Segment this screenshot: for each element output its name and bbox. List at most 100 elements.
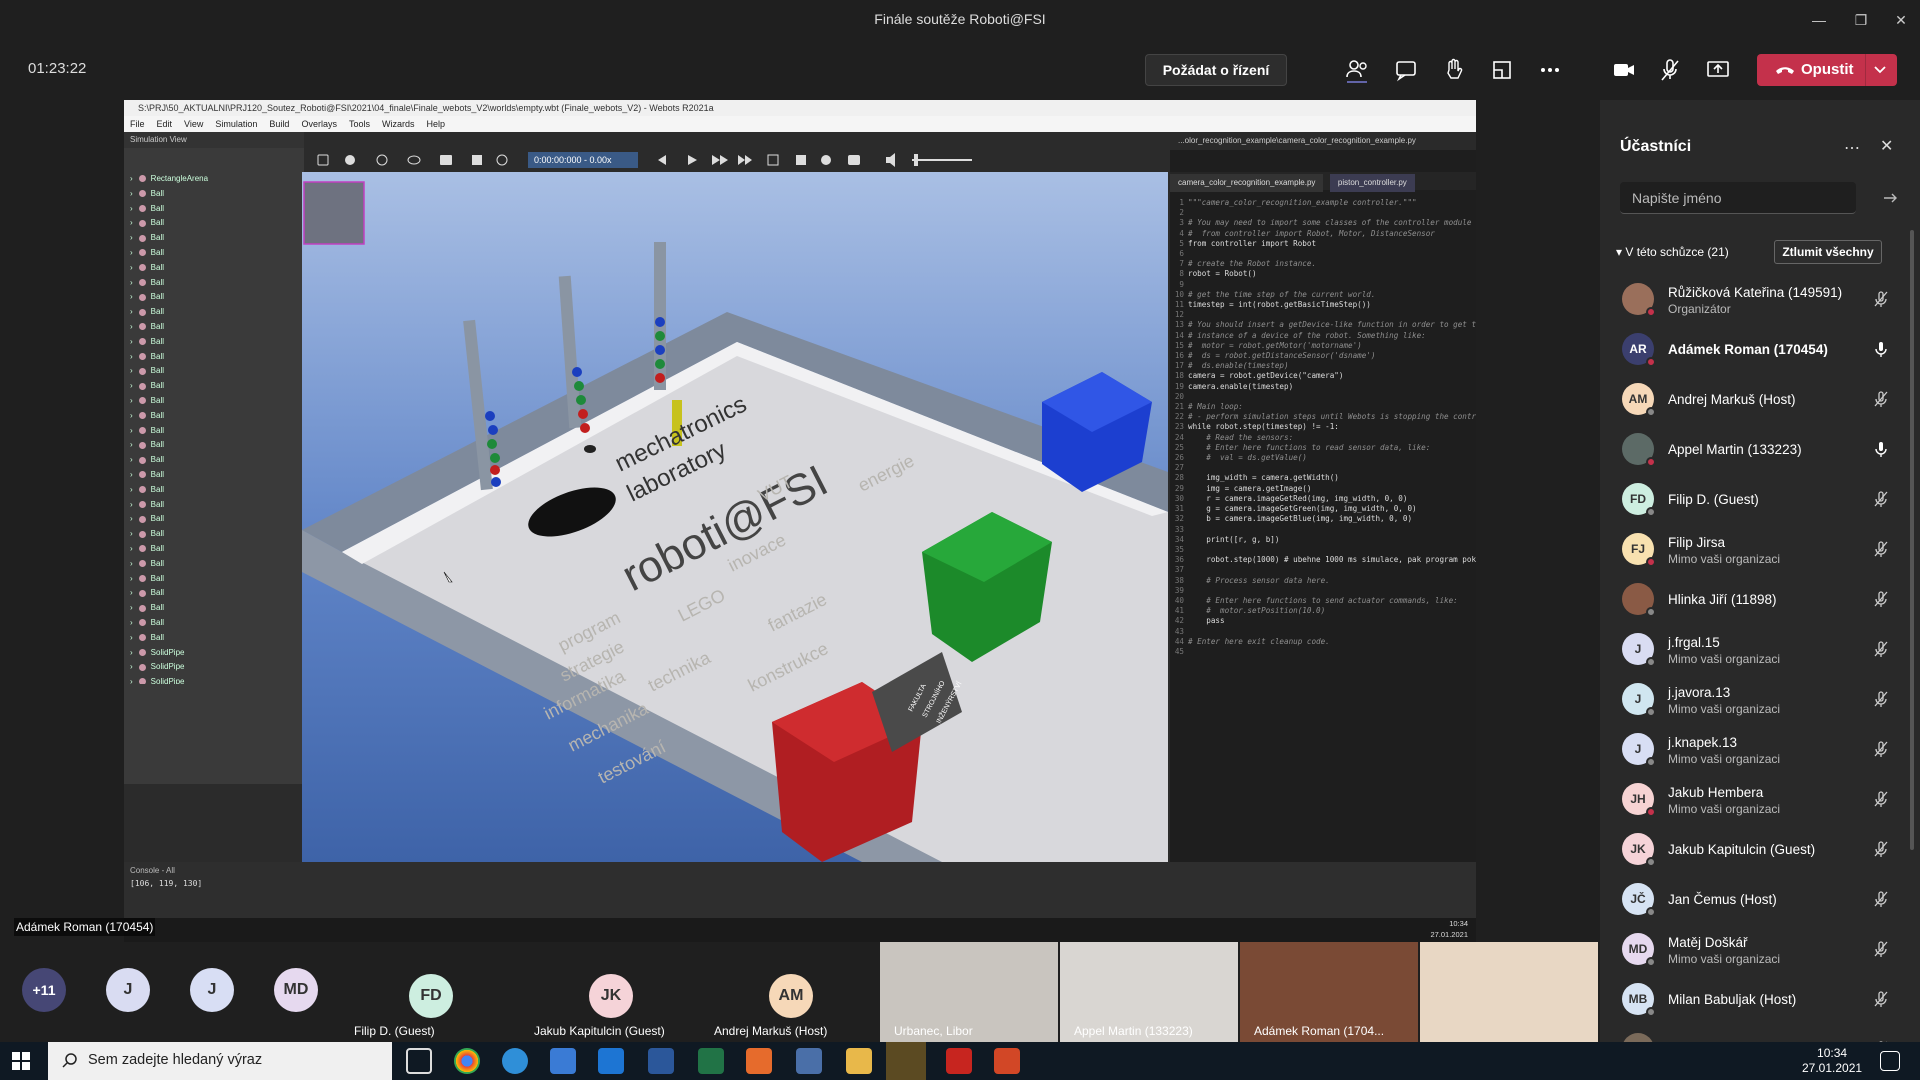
scene-tree-item[interactable]: › Ball [124, 453, 294, 468]
participant-item[interactable]: JH Jakub Hembera Mimo vaši organizaci [1616, 775, 1906, 825]
share-invite-icon[interactable] [1882, 192, 1898, 204]
scene-tree-item[interactable]: › Ball [124, 512, 294, 527]
scene-tree-item[interactable]: › Ball [124, 320, 294, 335]
raise-hand-icon[interactable] [1440, 56, 1468, 84]
participant-item[interactable]: Jj.frgal.15 Mimo vaši organizaci [1616, 625, 1906, 675]
participant-item[interactable]: JČ Jan Čemus (Host) [1616, 875, 1906, 925]
menu-item[interactable]: Help [426, 119, 445, 129]
participant-item[interactable]: MB Milan Babuljak (Host) [1616, 975, 1906, 1025]
scene-tree-item[interactable]: › Ball [124, 379, 294, 394]
participant-item[interactable]: Jj.knapek.13 Mimo vaši organizaci [1616, 725, 1906, 775]
expand-arrow-icon[interactable]: › [130, 381, 133, 390]
menu-item[interactable]: Simulation [215, 119, 257, 129]
mail-icon[interactable] [598, 1048, 624, 1074]
file-explorer-icon[interactable] [846, 1048, 872, 1074]
scene-tree-item[interactable]: › Ball [124, 216, 294, 231]
scene-tree-item[interactable]: › SolidPipe [124, 646, 294, 661]
microphone-muted-icon[interactable] [1656, 56, 1684, 84]
participant-search-input[interactable]: Napište jméno [1620, 182, 1856, 214]
expand-arrow-icon[interactable]: › [130, 485, 133, 494]
share-screen-icon[interactable] [1704, 56, 1732, 84]
menu-item[interactable]: Overlays [301, 119, 337, 129]
participant-item[interactable]: Růžičková Kateřina (149591) Organizátor [1616, 275, 1906, 325]
scene-tree-item[interactable]: › Ball [124, 231, 294, 246]
more-options-icon[interactable]: ⋯ [1844, 138, 1860, 158]
expand-arrow-icon[interactable]: › [130, 322, 133, 331]
chrome-icon[interactable] [454, 1048, 480, 1074]
minimize-icon[interactable]: — [1804, 8, 1834, 32]
scene-tree-item[interactable]: › Ball [124, 261, 294, 276]
expand-arrow-icon[interactable]: › [130, 470, 133, 479]
task-view-icon[interactable] [406, 1048, 432, 1074]
section-header[interactable]: ▾ V této schůzce (21) [1616, 245, 1729, 259]
expand-arrow-icon[interactable]: › [130, 426, 133, 435]
scene-tree-item[interactable]: › Ball [124, 305, 294, 320]
expand-arrow-icon[interactable]: › [130, 514, 133, 523]
expand-arrow-icon[interactable]: › [130, 337, 133, 346]
editor-tab[interactable]: camera_color_recognition_example.py [1170, 174, 1324, 192]
scene-tree-item[interactable]: › Ball [124, 542, 294, 557]
expand-arrow-icon[interactable]: › [130, 307, 133, 316]
participant-item[interactable]: Jj.javora.13 Mimo vaši organizaci [1616, 675, 1906, 725]
scene-tree-item[interactable]: › Ball [124, 276, 294, 291]
3d-viewport[interactable]: mechatronics laboratory roboti@FSI progr… [302, 172, 1168, 862]
expand-arrow-icon[interactable]: › [130, 529, 133, 538]
mute-all-button[interactable]: Ztlumit všechny [1774, 240, 1882, 264]
windows-start-icon[interactable] [12, 1052, 30, 1070]
menu-item[interactable]: Edit [157, 119, 173, 129]
expand-arrow-icon[interactable]: › [130, 677, 133, 684]
video-tile[interactable]: Appel Martin (133223) [1060, 942, 1238, 1042]
menu-item[interactable]: File [130, 119, 145, 129]
scene-tree-item[interactable]: › Ball [124, 557, 294, 572]
scene-tree-item[interactable]: › Ball [124, 586, 294, 601]
expand-arrow-icon[interactable]: › [130, 455, 133, 464]
expand-arrow-icon[interactable]: › [130, 440, 133, 449]
scene-tree-item[interactable]: › Ball [124, 468, 294, 483]
video-tile[interactable]: AM Andrej Markuš (Host) [700, 942, 878, 1042]
menu-item[interactable]: Wizards [382, 119, 415, 129]
expand-arrow-icon[interactable]: › [130, 248, 133, 257]
close-icon[interactable]: ✕ [1880, 136, 1893, 156]
scene-tree-item[interactable]: › Ball [124, 409, 294, 424]
expand-arrow-icon[interactable]: › [130, 662, 133, 671]
taskbar-clock[interactable]: 10:34 27.01.2021 [1802, 1046, 1862, 1076]
restore-icon[interactable]: ❐ [1846, 8, 1876, 32]
scene-tree-item[interactable]: › RectangleArena [124, 172, 294, 187]
participant-item[interactable]: AM Andrej Markuš (Host) [1616, 375, 1906, 425]
expand-arrow-icon[interactable]: › [130, 396, 133, 405]
scene-tree-item[interactable]: › Ball [124, 527, 294, 542]
scene-tree-item[interactable]: › Ball [124, 202, 294, 217]
participant-item[interactable]: FD Filip D. (Guest) [1616, 475, 1906, 525]
scene-tree-item[interactable]: › Ball [124, 364, 294, 379]
camera-icon[interactable] [1610, 56, 1638, 84]
excel-icon[interactable] [698, 1048, 724, 1074]
scene-tree-item[interactable]: › Ball [124, 498, 294, 513]
expand-arrow-icon[interactable]: › [130, 263, 133, 272]
menu-item[interactable]: Tools [349, 119, 370, 129]
scene-tree-item[interactable]: › Ball [124, 394, 294, 409]
more-actions-icon[interactable] [1536, 56, 1564, 84]
expand-arrow-icon[interactable]: › [130, 618, 133, 627]
expand-arrow-icon[interactable]: › [130, 366, 133, 375]
expand-arrow-icon[interactable]: › [130, 574, 133, 583]
notifications-icon[interactable] [1880, 1051, 1900, 1071]
expand-arrow-icon[interactable]: › [130, 204, 133, 213]
close-icon[interactable]: ✕ [1886, 8, 1916, 32]
participant-item[interactable]: JK Jakub Kapitulcin (Guest) [1616, 825, 1906, 875]
expand-arrow-icon[interactable]: › [130, 544, 133, 553]
code-editor[interactable]: ...olor_recognition_example\camera_color… [1170, 132, 1476, 862]
expand-arrow-icon[interactable]: › [130, 648, 133, 657]
expand-arrow-icon[interactable]: › [130, 233, 133, 242]
scene-tree-item[interactable]: › Ball [124, 424, 294, 439]
taskbar-search-input[interactable]: Sem zadejte hledaný výraz [48, 1042, 392, 1080]
scene-tree-item[interactable]: › Ball [124, 187, 294, 202]
scene-tree-item[interactable]: › Ball [124, 572, 294, 587]
request-control-button[interactable]: Požádat o řízení [1145, 54, 1287, 86]
scene-tree-item[interactable]: › Ball [124, 438, 294, 453]
expand-arrow-icon[interactable]: › [130, 411, 133, 420]
powerpoint-icon[interactable] [994, 1048, 1020, 1074]
expand-arrow-icon[interactable]: › [130, 603, 133, 612]
participant-item[interactable]: MD Matěj Doškář Mimo vaši organizaci [1616, 925, 1906, 975]
participant-item[interactable]: FJ Filip Jirsa Mimo vaši organizaci [1616, 525, 1906, 575]
scene-tree-item[interactable]: › Ball [124, 290, 294, 305]
